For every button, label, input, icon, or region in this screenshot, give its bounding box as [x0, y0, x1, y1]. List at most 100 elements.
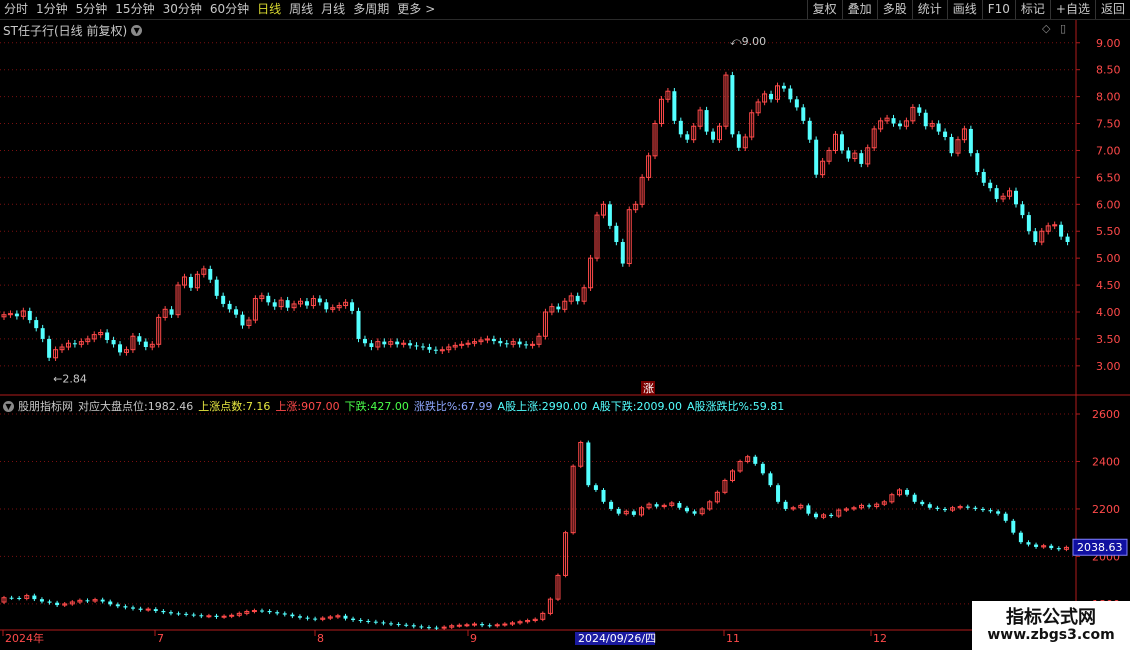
sub-candle-body [290, 614, 295, 617]
sub-candle-body [920, 501, 925, 505]
sub-tick-label: 2600 [1092, 408, 1120, 421]
chevron-right-icon[interactable]: > [425, 0, 439, 19]
sub-candle-body [730, 470, 736, 481]
diamond-icon[interactable]: ◇ [1042, 22, 1050, 35]
sub-candle-body [419, 626, 424, 628]
window-toggle-icon[interactable]: ▯ [1060, 22, 1066, 35]
main-candle-body [736, 134, 741, 148]
value-a-up: 2990.00 [541, 399, 588, 413]
sub-candle-body [540, 612, 546, 620]
toolbar-button-3[interactable]: 统计 [911, 0, 947, 19]
toolbar-button-8[interactable]: 返回 [1094, 0, 1130, 19]
sub-candle-body [525, 620, 531, 623]
main-candle-body [607, 204, 612, 226]
sub-candle-body [236, 612, 242, 616]
toolbar-button-1[interactable]: 叠加 [841, 0, 877, 19]
main-candle-body [614, 225, 619, 242]
period-tab-0[interactable]: 分时 [0, 0, 32, 19]
main-candle-body [234, 309, 239, 315]
main-candle-body [310, 298, 316, 307]
main-candle-body [427, 347, 432, 350]
toolbar-button-0[interactable]: 复权 [806, 0, 842, 19]
price-tick-label: 7.00 [1096, 144, 1121, 157]
period-tab-10[interactable]: 更多 [393, 0, 425, 19]
main-candle-body [330, 307, 336, 310]
toolbar-right-buttons: 复权 叠加 多股 统计 画线 F10 标记 +自选 返回 [806, 0, 1130, 19]
main-candle-body [162, 308, 168, 318]
main-candle-body [272, 302, 277, 307]
period-tab-9[interactable]: 多周期 [349, 0, 393, 19]
time-axis-label: 2024年 [5, 631, 44, 645]
price-tick-label: 6.00 [1096, 198, 1121, 211]
current-value-label: 2038.63 [1077, 541, 1123, 554]
price-tick-label: 7.50 [1096, 118, 1121, 131]
price-tick-label: 6.50 [1096, 171, 1121, 184]
sub-candle-body [502, 623, 508, 626]
period-tab-1[interactable]: 1分钟 [32, 0, 72, 19]
main-candle-body [291, 303, 297, 309]
main-candle-body [839, 134, 844, 151]
sub-candle-body [138, 608, 143, 610]
time-axis-label: 9 [470, 632, 477, 645]
sub-candle-body [214, 615, 219, 617]
sub-candle-body [69, 601, 75, 605]
sub-candle-body [616, 508, 621, 514]
sub-candle-body [229, 614, 235, 617]
chevron-down-icon[interactable]: ▼ [131, 25, 143, 36]
sub-candle-body [108, 601, 113, 605]
main-candle-body [626, 209, 632, 265]
sub-candle-body [85, 600, 90, 602]
sub-candle-body [950, 507, 956, 511]
chevron-down-icon[interactable]: ▼ [3, 400, 14, 412]
sub-candle-body [305, 617, 310, 619]
period-tab-4[interactable]: 30分钟 [159, 0, 206, 19]
sub-candle-body [714, 491, 720, 503]
main-candle-body [156, 316, 162, 345]
high-price-marker: ⤺9.00 [730, 35, 766, 48]
sub-candle-body [1041, 545, 1047, 548]
main-candle-body [774, 85, 780, 100]
period-tab-6[interactable]: 日线 [253, 0, 285, 19]
sub-candle-body [547, 598, 553, 614]
toolbar-button-4[interactable]: 画线 [946, 0, 982, 19]
main-candle-body [214, 279, 219, 296]
sub-candle-body [927, 504, 932, 508]
period-tab-7[interactable]: 周线 [285, 0, 317, 19]
sub-candle-body [783, 501, 788, 509]
period-toolbar: 分时 1分钟 5分钟 15分钟 30分钟 60分钟 日线 周线 月线 多周期 更多 > 复权 叠加 多股统… [0, 0, 1130, 20]
toolbar-button-2[interactable]: 多股 [876, 0, 912, 19]
period-tab-8[interactable]: 月线 [317, 0, 349, 19]
period-tab-2[interactable]: 5分钟 [72, 0, 112, 19]
price-tick-label: 4.50 [1096, 279, 1121, 292]
sub-candle-body [623, 510, 629, 515]
kline-chart-canvas[interactable]: 9.00 8.50 8.00 7.50 7.00 6.50 6.00 5.50 5.00 4.50… [0, 0, 1130, 650]
toolbar-button-7[interactable]: +自选 [1049, 0, 1095, 19]
sub-candle-body [267, 611, 272, 613]
sub-candle-body [335, 615, 341, 618]
main-candle-body [252, 298, 258, 321]
sub-candle-body [843, 508, 849, 511]
main-candle-body [221, 295, 226, 304]
sub-candle-body [563, 532, 569, 576]
main-candle-body [169, 309, 174, 315]
main-candle-body [936, 123, 941, 132]
main-candle-body [40, 328, 45, 339]
period-tab-3[interactable]: 15分钟 [111, 0, 158, 19]
main-candle-body [704, 110, 709, 132]
main-chart-title: ST任子行(日线 前复权) [3, 24, 128, 38]
toolbar-button-5[interactable]: F10 [981, 0, 1015, 19]
main-candle-body [118, 344, 123, 353]
main-candle-body [716, 125, 722, 141]
toolbar-button-6[interactable]: 标记 [1014, 0, 1050, 19]
main-candle-body [652, 123, 658, 157]
main-candle-body [711, 131, 716, 140]
sub-candle-body [509, 622, 515, 625]
main-candle-body [188, 277, 193, 288]
period-tab-5[interactable]: 60分钟 [206, 0, 253, 19]
main-candle-body [658, 98, 664, 125]
main-candle-body [1020, 204, 1025, 216]
sub-candle-body [1063, 546, 1069, 550]
main-candle-body [1052, 224, 1058, 227]
sub-candle-body [593, 485, 598, 490]
sub-candle-body [532, 618, 538, 622]
